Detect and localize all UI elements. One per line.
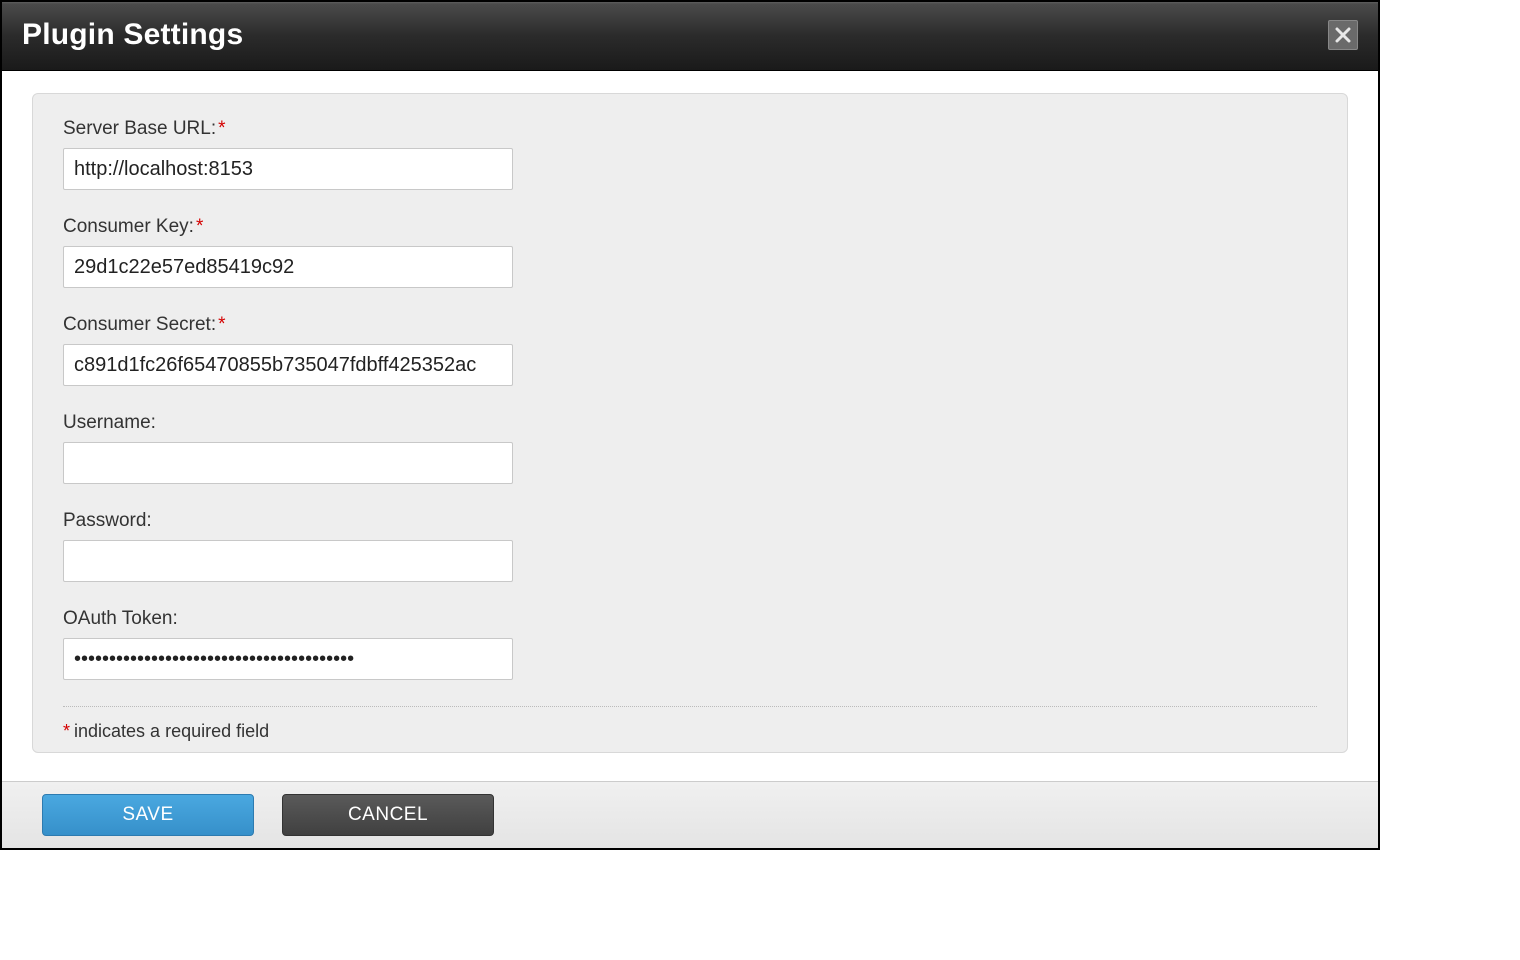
dialog-body: Server Base URL:* Consumer Key:* Consume… bbox=[2, 71, 1378, 781]
field-consumer-key: Consumer Key:* bbox=[63, 216, 1317, 288]
input-consumer-secret[interactable] bbox=[63, 344, 513, 386]
input-username[interactable] bbox=[63, 442, 513, 484]
field-server-base-url: Server Base URL:* bbox=[63, 118, 1317, 190]
divider bbox=[63, 706, 1317, 707]
save-button[interactable]: SAVE bbox=[42, 794, 254, 836]
plugin-settings-dialog: Plugin Settings Server Base URL:* Consum… bbox=[0, 0, 1380, 850]
input-oauth-token[interactable] bbox=[63, 638, 513, 680]
close-button[interactable] bbox=[1328, 20, 1358, 50]
field-consumer-secret: Consumer Secret:* bbox=[63, 314, 1317, 386]
dialog-footer: SAVE CANCEL bbox=[2, 781, 1378, 848]
label-consumer-secret: Consumer Secret:* bbox=[63, 314, 1317, 336]
required-note: *indicates a required field bbox=[63, 721, 1317, 742]
input-server-base-url[interactable] bbox=[63, 148, 513, 190]
close-icon bbox=[1335, 27, 1351, 43]
label-oauth-token: OAuth Token: bbox=[63, 608, 1317, 630]
label-consumer-key: Consumer Key:* bbox=[63, 216, 1317, 238]
input-consumer-key[interactable] bbox=[63, 246, 513, 288]
input-password[interactable] bbox=[63, 540, 513, 582]
cancel-button[interactable]: CANCEL bbox=[282, 794, 494, 836]
dialog-title: Plugin Settings bbox=[22, 18, 243, 52]
label-username: Username: bbox=[63, 412, 1317, 434]
dialog-header: Plugin Settings bbox=[2, 2, 1378, 71]
label-password: Password: bbox=[63, 510, 1317, 532]
label-server-base-url: Server Base URL:* bbox=[63, 118, 1317, 140]
field-oauth-token: OAuth Token: bbox=[63, 608, 1317, 680]
form-panel: Server Base URL:* Consumer Key:* Consume… bbox=[32, 93, 1348, 753]
field-password: Password: bbox=[63, 510, 1317, 582]
field-username: Username: bbox=[63, 412, 1317, 484]
